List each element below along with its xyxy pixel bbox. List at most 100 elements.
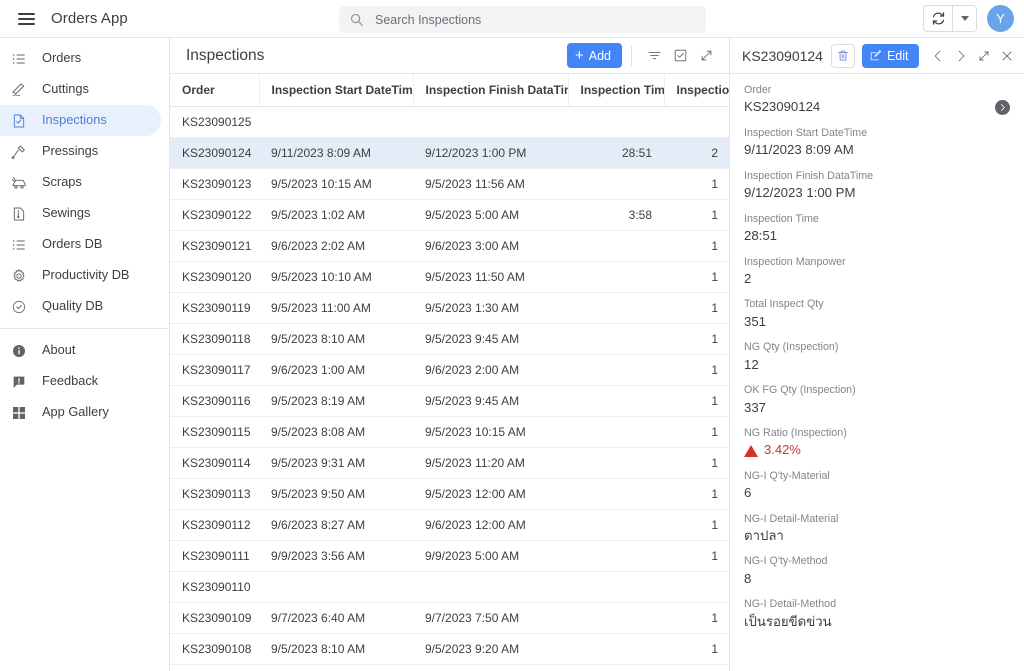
inspections-table-scroll[interactable]: Order Inspection Start DateTime Inspecti… bbox=[170, 74, 729, 671]
cell-finish: 9/12/2023 1:00 PM bbox=[413, 137, 568, 169]
hamburger-icon[interactable] bbox=[7, 0, 45, 38]
table-row[interactable]: KS23090114 9/5/2023 9:31 AM 9/5/2023 11:20… bbox=[170, 447, 729, 479]
table-row[interactable]: KS23090118 9/5/2023 8:10 AM 9/5/2023 9:45 … bbox=[170, 323, 729, 355]
sidebar-item-quality-db[interactable]: Quality DB bbox=[0, 291, 161, 322]
open-record-arrow-icon[interactable] bbox=[995, 100, 1010, 115]
sidebar-item-label: About bbox=[42, 342, 76, 358]
cell-time bbox=[568, 478, 664, 510]
cell-finish: 9/5/2023 9:20 AM bbox=[413, 633, 568, 665]
search-box[interactable] bbox=[339, 6, 706, 33]
feedback-icon bbox=[10, 373, 28, 391]
detail-field: Inspection Start DateTime 9/11/2023 8:09 … bbox=[744, 127, 1010, 159]
cell-manpower: 1 bbox=[664, 292, 729, 324]
table-row[interactable]: KS23090115 9/5/2023 8:08 AM 9/5/2023 10:15… bbox=[170, 416, 729, 448]
expand-diagonal-icon[interactable] bbox=[973, 45, 994, 66]
sidebar-item-productivity-db[interactable]: Productivity DB bbox=[0, 260, 161, 291]
sidebar-item-inspections[interactable]: Inspections bbox=[0, 105, 161, 136]
sidebar-item-label: Quality DB bbox=[42, 298, 104, 314]
cell-start: 9/6/2023 8:27 AM bbox=[259, 509, 413, 541]
cell-finish: 9/5/2023 5:00 AM bbox=[413, 199, 568, 231]
field-value: 2 bbox=[744, 270, 752, 286]
chevron-down-icon[interactable] bbox=[953, 6, 976, 31]
cell-finish: 9/5/2023 12:00 AM bbox=[413, 478, 568, 510]
cell-order: KS23090115 bbox=[170, 416, 259, 448]
table-row[interactable]: KS23090108 9/5/2023 8:10 AM 9/5/2023 9:20 … bbox=[170, 633, 729, 665]
cell-order: KS23090121 bbox=[170, 230, 259, 262]
column-header-manpower[interactable]: Inspection bbox=[664, 74, 729, 107]
field-value: 9/11/2023 8:09 AM bbox=[744, 142, 854, 158]
table-row[interactable]: KS23090123 9/5/2023 10:15 AM 9/5/2023 11:5… bbox=[170, 168, 729, 200]
field-value: 6 bbox=[744, 485, 752, 500]
table-row[interactable]: KS23090121 9/6/2023 2:02 AM 9/6/2023 3:00 … bbox=[170, 230, 729, 262]
select-checkbox-icon[interactable] bbox=[669, 45, 691, 67]
sidebar-item-pressings[interactable]: Pressings bbox=[0, 136, 161, 167]
cell-order: KS23090109 bbox=[170, 602, 259, 634]
cell-start: 9/6/2023 2:02 AM bbox=[259, 230, 413, 262]
table-row[interactable]: KS23090125 bbox=[170, 106, 729, 138]
edit-button[interactable]: Edit bbox=[861, 43, 919, 68]
filter-icon[interactable] bbox=[643, 45, 665, 67]
add-button[interactable]: + Add bbox=[566, 43, 622, 68]
column-header-time[interactable]: Inspection Time bbox=[568, 74, 665, 107]
app-root: Orders App Y bbox=[0, 0, 1024, 671]
sync-button-group bbox=[923, 5, 977, 32]
cell-time bbox=[568, 447, 664, 479]
cell-time bbox=[568, 385, 664, 417]
avatar[interactable]: Y bbox=[987, 5, 1014, 32]
table-row[interactable]: KS23090109 9/7/2023 6:40 AM 9/7/2023 7:50 … bbox=[170, 602, 729, 634]
cell-time bbox=[568, 633, 664, 665]
table-row[interactable]: KS23090112 9/6/2023 8:27 AM 9/6/2023 12:00… bbox=[170, 509, 729, 541]
sidebar-item-cuttings[interactable]: Cuttings bbox=[0, 74, 161, 105]
chevron-right-icon[interactable] bbox=[950, 45, 971, 66]
sidebar-item-app-gallery[interactable]: App Gallery bbox=[0, 397, 161, 428]
detail-field: Inspection Finish DataTime 9/12/2023 1:00… bbox=[744, 170, 1010, 202]
page-title: Inspections bbox=[186, 46, 265, 64]
cell-order: KS23090107 bbox=[170, 664, 259, 671]
cell-order: KS23090111 bbox=[170, 540, 259, 572]
sidebar-item-orders-db[interactable]: Orders DB bbox=[0, 229, 161, 260]
cell-order: KS23090120 bbox=[170, 261, 259, 293]
sidebar-item-scraps[interactable]: Scraps bbox=[0, 167, 161, 198]
cell-finish: 9/8/2023 3:30 AM bbox=[413, 664, 568, 671]
cell-order: KS23090123 bbox=[170, 168, 259, 200]
detail-header: KS23090124 Edit bbox=[730, 38, 1024, 74]
detail-field: NG-I Q'ty-Material 6 bbox=[744, 470, 1010, 502]
expand-diagonal-icon[interactable] bbox=[695, 45, 717, 67]
chevron-left-icon[interactable] bbox=[927, 45, 948, 66]
table-row[interactable]: KS23090113 9/5/2023 9:50 AM 9/5/2023 12:00… bbox=[170, 478, 729, 510]
sidebar-item-label: Sewings bbox=[42, 205, 91, 221]
column-header-start[interactable]: Inspection Start DateTime bbox=[259, 74, 414, 107]
cell-time: 28:51 bbox=[568, 137, 664, 169]
table-row[interactable]: KS230901079/8/2023 10:10 AM9/8/2023 3:30… bbox=[170, 664, 729, 671]
sidebar-divider bbox=[0, 328, 169, 329]
sidebar-item-label: Feedback bbox=[42, 373, 99, 389]
scrap-car-icon bbox=[10, 174, 28, 192]
table-row[interactable]: KS23090116 9/5/2023 8:19 AM 9/5/2023 9:45 … bbox=[170, 385, 729, 417]
sidebar-item-orders[interactable]: Orders bbox=[0, 43, 161, 74]
cell-time bbox=[568, 664, 664, 671]
sidebar-item-about[interactable]: About bbox=[0, 335, 161, 366]
table-row[interactable]: KS23090117 9/6/2023 1:00 AM 9/6/2023 2:00 … bbox=[170, 354, 729, 386]
table-row[interactable]: KS23090110 bbox=[170, 571, 729, 603]
table-row[interactable]: KS23090124 9/11/2023 8:09 AM 9/12/2023 1:0… bbox=[170, 137, 729, 169]
cell-finish: 9/5/2023 11:20 AM bbox=[413, 447, 568, 479]
sync-icon[interactable] bbox=[924, 6, 952, 31]
table-row[interactable]: KS23090111 9/9/2023 3:56 AM 9/9/2023 5:00 … bbox=[170, 540, 729, 572]
cell-time bbox=[568, 540, 664, 572]
delete-button[interactable] bbox=[830, 43, 855, 68]
table-row[interactable]: KS23090122 9/5/2023 1:02 AM 9/5/2023 5:00 … bbox=[170, 199, 729, 231]
search-input[interactable] bbox=[375, 12, 696, 27]
sidebar-item-sewings[interactable]: Sewings bbox=[0, 198, 161, 229]
search-icon bbox=[350, 13, 363, 26]
table-row[interactable]: KS23090119 9/5/2023 11:00 AM 9/5/2023 1:30… bbox=[170, 292, 729, 324]
main-panel: Inspections + Add Order Inspection Start… bbox=[170, 38, 730, 671]
pencil-square-icon bbox=[870, 50, 881, 61]
sidebar-item-feedback[interactable]: Feedback bbox=[0, 366, 161, 397]
close-icon[interactable] bbox=[996, 45, 1017, 66]
column-header-finish[interactable]: Inspection Finish DataTime bbox=[413, 74, 569, 107]
cell-manpower: 1 bbox=[664, 664, 729, 671]
edit-button-label: Edit bbox=[886, 48, 909, 63]
table-row[interactable]: KS23090120 9/5/2023 10:10 AM 9/5/2023 11:5… bbox=[170, 261, 729, 293]
column-header-order[interactable]: Order bbox=[170, 74, 260, 107]
cell-start: 9/11/2023 8:09 AM bbox=[259, 137, 413, 169]
